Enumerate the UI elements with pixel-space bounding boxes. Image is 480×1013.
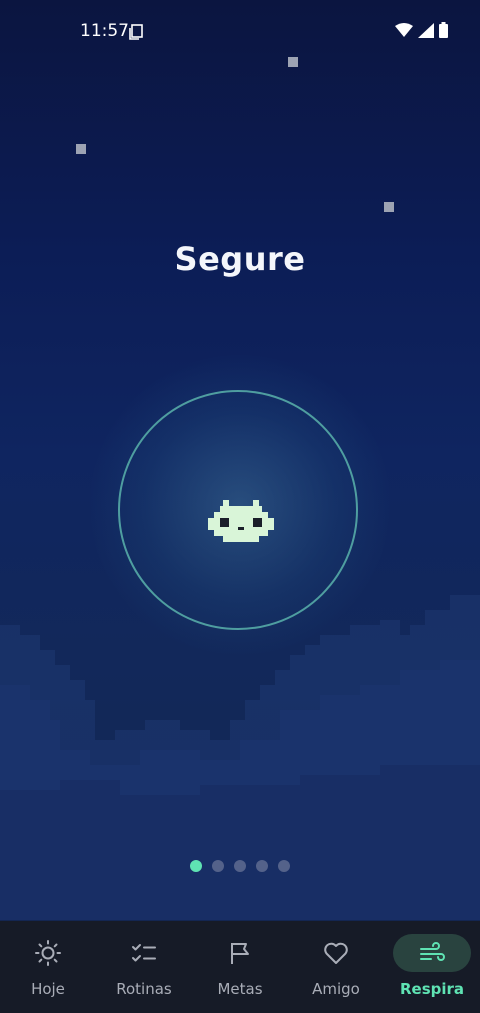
nav-item-amigo[interactable]: Amigo bbox=[288, 921, 384, 1013]
screenshot-icon bbox=[129, 24, 143, 40]
star bbox=[76, 144, 86, 154]
nav-icon-container bbox=[9, 934, 87, 972]
sun-icon bbox=[35, 940, 61, 966]
system-icons bbox=[395, 22, 448, 38]
pager-dot[interactable] bbox=[256, 860, 268, 872]
checklist-icon bbox=[132, 944, 156, 962]
pager-dot[interactable] bbox=[278, 860, 290, 872]
nav-icon-container bbox=[105, 934, 183, 972]
nav-item-metas[interactable]: Metas bbox=[192, 921, 288, 1013]
status-bar: 11:57 bbox=[0, 0, 480, 62]
pager-dots bbox=[0, 860, 480, 872]
pager-dot[interactable] bbox=[212, 860, 224, 872]
star bbox=[288, 57, 298, 67]
star bbox=[384, 202, 394, 212]
nav-label: Metas bbox=[217, 980, 263, 998]
nav-label: Respira bbox=[399, 980, 465, 998]
bottom-nav: Hoje Rotinas Metas Amigo Respira bbox=[0, 921, 480, 1013]
nav-icon-container bbox=[393, 934, 471, 972]
nav-item-hoje[interactable]: Hoje bbox=[0, 921, 96, 1013]
nav-label: Amigo bbox=[312, 980, 360, 998]
nav-item-respira[interactable]: Respira bbox=[384, 921, 480, 1013]
battery-icon bbox=[439, 22, 448, 38]
status-time: 11:57 bbox=[80, 21, 129, 41]
nav-label: Hoje bbox=[31, 980, 65, 998]
nav-label: Rotinas bbox=[116, 980, 172, 998]
nav-icon-container bbox=[297, 934, 375, 972]
signal-icon bbox=[418, 22, 434, 38]
breathing-phase-title: Segure bbox=[174, 240, 306, 278]
wifi-icon bbox=[395, 23, 413, 37]
nav-item-rotinas[interactable]: Rotinas bbox=[96, 921, 192, 1013]
breathing-screen: 11:57 Segure Hoje Rotinas Metas Amigo Re… bbox=[0, 0, 480, 1013]
flag-icon bbox=[231, 943, 249, 964]
pixel-pet-icon bbox=[208, 500, 274, 542]
wind-icon bbox=[420, 942, 445, 961]
nav-icon-container bbox=[201, 934, 279, 972]
pager-dot[interactable] bbox=[234, 860, 246, 872]
pager-dot-active[interactable] bbox=[190, 860, 202, 872]
heart-icon bbox=[324, 942, 348, 964]
